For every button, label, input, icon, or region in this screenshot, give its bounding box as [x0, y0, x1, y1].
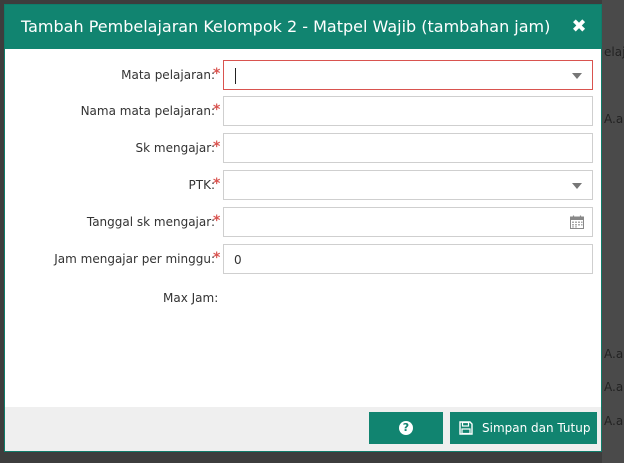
row-mata-pelajaran: Mata pelajaran: * — [5, 60, 601, 92]
ptk-label: PTK: — [188, 178, 215, 192]
nama-mata-pelajaran-input[interactable] — [223, 96, 593, 126]
row-sk-mengajar: Sk mengajar: * — [5, 133, 601, 165]
jam-mengajar-label: Jam mengajar per minggu: — [54, 252, 215, 266]
ptk-select[interactable] — [223, 170, 593, 200]
row-ptk: PTK: * — [5, 170, 601, 202]
tanggal-sk-mengajar-input[interactable] — [223, 207, 593, 237]
required-mark: * — [213, 66, 221, 82]
required-mark: * — [213, 102, 221, 118]
max-jam-label: Max Jam: — [163, 291, 219, 305]
help-button[interactable]: ? — [369, 412, 443, 444]
background-text: A.an — [604, 112, 624, 126]
dialog-footer: ? Simpan dan Tutup — [5, 407, 601, 451]
mata-pelajaran-select[interactable] — [223, 60, 593, 90]
background-text: elajaru — [604, 45, 624, 59]
background-text: A.an — [604, 347, 624, 361]
row-jam-mengajar: Jam mengajar per minggu: * 0 — [5, 244, 601, 276]
row-tanggal-sk-mengajar: Tanggal sk mengajar: * — [5, 207, 601, 239]
required-mark: * — [213, 176, 221, 192]
required-mark: * — [213, 139, 221, 155]
dialog-header: Tambah Pembelajaran Kelompok 2 - Matpel … — [5, 5, 601, 49]
background-text: A.an — [604, 414, 624, 428]
question-icon: ? — [399, 421, 413, 435]
row-nama-mata-pelajaran: Nama mata pelajaran: * — [5, 96, 601, 128]
sk-mengajar-label: Sk mengajar: — [135, 141, 215, 155]
background-text: A.an — [604, 380, 624, 394]
calendar-icon[interactable] — [570, 215, 584, 229]
dialog-title: Tambah Pembelajaran Kelompok 2 - Matpel … — [21, 17, 551, 36]
sk-mengajar-input[interactable] — [223, 133, 593, 163]
chevron-down-icon[interactable] — [572, 73, 582, 79]
tanggal-sk-mengajar-label: Tanggal sk mengajar: — [86, 215, 215, 229]
required-mark: * — [213, 213, 221, 229]
mata-pelajaran-label: Mata pelajaran: — [121, 68, 215, 82]
add-lesson-dialog: Tambah Pembelajaran Kelompok 2 - Matpel … — [4, 4, 602, 452]
close-icon[interactable]: ✖ — [569, 17, 589, 37]
chevron-down-icon[interactable] — [572, 183, 582, 189]
jam-mengajar-input[interactable]: 0 — [223, 244, 593, 274]
required-mark: * — [213, 250, 221, 266]
save-and-close-button[interactable]: Simpan dan Tutup — [450, 412, 597, 444]
text-cursor — [235, 68, 236, 84]
save-and-close-label: Simpan dan Tutup — [482, 421, 591, 435]
nama-mata-pelajaran-label: Nama mata pelajaran: — [80, 104, 215, 118]
floppy-disk-icon — [459, 421, 473, 435]
